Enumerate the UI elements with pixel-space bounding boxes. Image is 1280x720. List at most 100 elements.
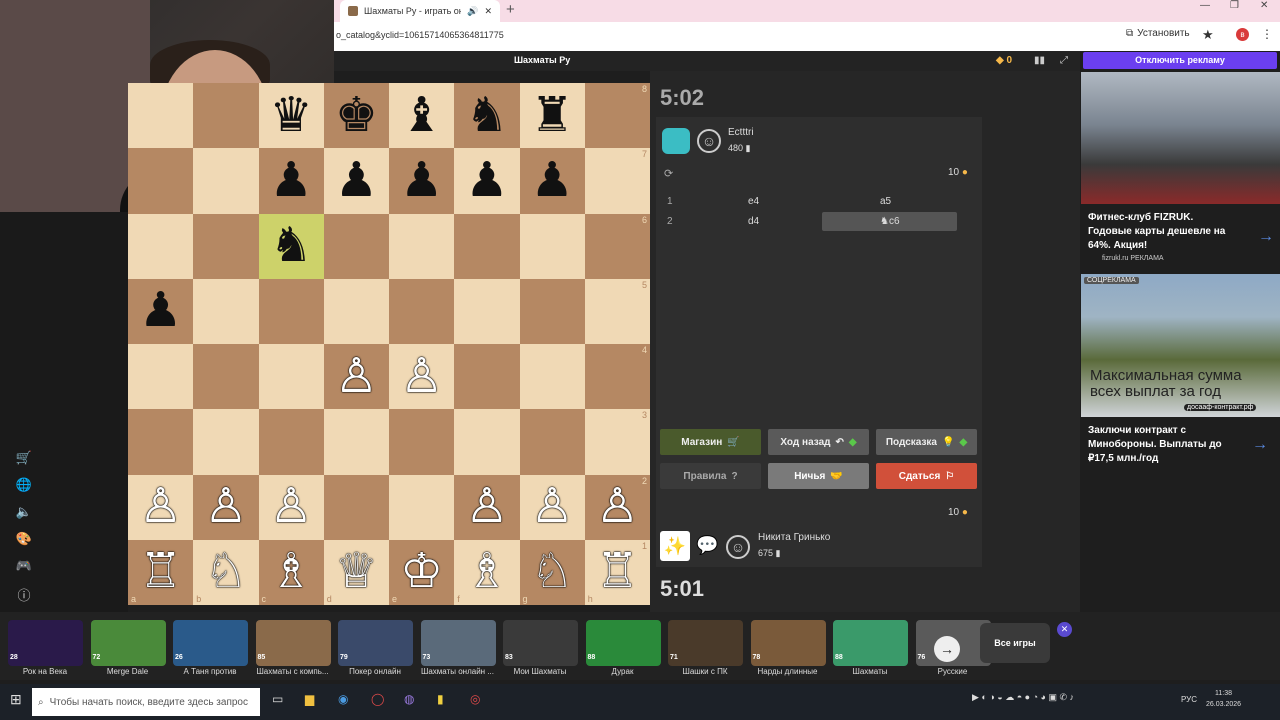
close-window-icon[interactable]: ✕ <box>1260 0 1268 14</box>
board-square[interactable] <box>323 278 389 344</box>
board-square[interactable]: ♖ 1 h <box>584 539 650 605</box>
game-label[interactable]: Нарды длинные <box>747 667 829 676</box>
bookmark-star-icon[interactable]: ★ <box>1202 27 1214 43</box>
board-square[interactable]: ♟ <box>454 148 520 214</box>
black-piece[interactable]: ♞ <box>270 222 313 270</box>
board-square[interactable] <box>128 148 194 214</box>
close-strip-icon[interactable]: ✕ <box>1057 622 1072 637</box>
board-square[interactable]: ♙ <box>389 344 455 410</box>
board-square[interactable]: ♖ a <box>128 539 194 605</box>
game-label[interactable]: Шахматы с компь... <box>252 667 334 676</box>
board-square[interactable] <box>258 409 324 475</box>
disable-ads-button[interactable]: Отключить рекламу <box>1083 52 1277 69</box>
black-piece[interactable]: ♜ <box>531 91 574 140</box>
task-view-icon[interactable]: ▭ <box>272 692 283 706</box>
minimize-icon[interactable]: — <box>1200 0 1210 14</box>
board-square[interactable] <box>519 344 585 410</box>
board-square[interactable] <box>128 344 194 410</box>
board-square[interactable]: 4 <box>584 344 650 410</box>
board-square[interactable] <box>258 278 324 344</box>
white-piece[interactable]: ♙ <box>204 483 247 531</box>
board-square[interactable]: 3 <box>584 409 650 475</box>
board-square[interactable]: 6 <box>584 213 650 279</box>
palette-icon[interactable]: 🎨 <box>14 531 34 551</box>
language-indicator[interactable]: РУС <box>1181 695 1197 704</box>
game-tile[interactable] <box>668 620 743 666</box>
discord-icon[interactable]: ◍ <box>404 692 414 706</box>
board-square[interactable] <box>128 409 194 475</box>
board-square[interactable] <box>519 278 585 344</box>
game-label[interactable]: Русские <box>912 667 994 676</box>
board-square[interactable]: ♙ <box>454 474 520 540</box>
file-explorer-icon[interactable]: ▆ <box>305 692 314 706</box>
board-square[interactable]: ♞ <box>258 213 324 279</box>
black-piece[interactable]: ♚ <box>335 91 378 140</box>
board-square[interactable]: ♞ <box>454 83 520 149</box>
tab-close-icon[interactable]: ✕ <box>484 6 492 17</box>
game-label[interactable]: Покер онлайн <box>334 667 416 676</box>
chess-board[interactable]: ♛ ♚ ♝ ♞ ♜ 8 ♟ ♟ ♟ ♟ ♟ 7 ♞ 6 ♟ 5 ♙ ♙ 4 3 ♙ ♙ ♙ ♙ ♙ ♙ 2 ♖ a ♘ b ♗ c ♕ d ♔ e ♗ f ♘… <box>128 83 650 605</box>
move-black[interactable]: ♞c6 <box>880 216 900 227</box>
game-label[interactable]: Дурак <box>582 667 664 676</box>
app-icon[interactable]: ▮ <box>437 692 444 706</box>
white-piece[interactable]: ♔ <box>400 548 443 596</box>
board-square[interactable] <box>389 474 455 540</box>
board-square[interactable]: ♙ <box>519 474 585 540</box>
resign-button[interactable]: Сдаться ⚐ <box>876 463 977 489</box>
game-label[interactable]: Шашки с ПК <box>664 667 746 676</box>
fullscreen-icon[interactable]: ⤢ <box>1060 55 1068 66</box>
black-piece[interactable]: ♝ <box>400 91 443 140</box>
board-square[interactable]: ♟ <box>258 148 324 214</box>
cart-icon[interactable]: 🛒 <box>14 450 34 470</box>
white-piece[interactable]: ♖ <box>139 548 182 596</box>
next-games-arrow-icon[interactable]: → <box>934 636 960 662</box>
game-label[interactable]: Merge Dale <box>87 667 169 676</box>
shop-button[interactable]: Магазин 🛒 <box>660 429 761 455</box>
browser-menu-icon[interactable]: ⋮ <box>1261 27 1273 41</box>
browser-tab[interactable]: Шахматы Ру - играть онлай 🔊 ✕ <box>340 0 500 22</box>
taskbar-search[interactable]: ⌕ Чтобы начать поиск, введите здесь запро… <box>32 688 260 716</box>
board-square[interactable]: ♕ d <box>323 539 389 605</box>
chat-icon[interactable]: 💬 <box>696 535 718 556</box>
white-piece[interactable]: ♘ <box>204 548 247 596</box>
board-square[interactable] <box>519 409 585 475</box>
sound-icon[interactable]: 🔈 <box>14 504 34 524</box>
black-piece[interactable]: ♛ <box>270 91 313 140</box>
info-icon[interactable]: ⓘ <box>14 585 34 605</box>
black-piece[interactable]: ♟ <box>139 287 182 335</box>
white-piece[interactable]: ♖ <box>596 548 639 596</box>
white-piece[interactable]: ♕ <box>335 548 378 596</box>
board-square[interactable] <box>519 213 585 279</box>
board-square[interactable] <box>389 213 455 279</box>
board-square[interactable]: ♝ <box>389 83 455 149</box>
game-tile[interactable] <box>173 620 248 666</box>
board-square[interactable] <box>193 344 259 410</box>
url-text[interactable]: o_catalog&yclid=10615714065364811775 <box>336 30 504 40</box>
game-tile[interactable] <box>8 620 83 666</box>
white-piece[interactable]: ♗ <box>465 548 508 596</box>
white-piece[interactable]: ♙ <box>596 483 639 531</box>
board-square[interactable] <box>323 409 389 475</box>
draw-button[interactable]: Ничья 🤝 <box>768 463 869 489</box>
game-tile[interactable] <box>338 620 413 666</box>
game-label[interactable]: Мои Шахматы <box>499 667 581 676</box>
game-label[interactable]: Рок на Века <box>4 667 86 676</box>
board-square[interactable]: ♙ <box>323 344 389 410</box>
board-square[interactable]: 5 <box>584 278 650 344</box>
board-square[interactable] <box>389 409 455 475</box>
leaderboard-icon[interactable]: ▮▮ <box>1034 55 1045 66</box>
board-square[interactable] <box>193 409 259 475</box>
board-square[interactable]: ♘ g <box>519 539 585 605</box>
white-piece[interactable]: ♙ <box>465 483 508 531</box>
board-square[interactable]: ♚ <box>323 83 389 149</box>
white-piece[interactable]: ♙ <box>335 352 378 401</box>
ad-gym-text[interactable]: Фитнес-клуб FIZRUK. Годовые карты дешевл… <box>1088 211 1228 253</box>
game-tile[interactable] <box>750 620 826 666</box>
maximize-icon[interactable]: ❐ <box>1230 0 1239 14</box>
gamepad-icon[interactable]: 🎮 <box>14 558 34 578</box>
game-label[interactable]: А Таня против <box>169 667 251 676</box>
ad-arrow-icon-2[interactable]: → <box>1252 436 1268 454</box>
new-tab-button[interactable]: + <box>506 0 515 22</box>
board-square[interactable] <box>389 278 455 344</box>
white-piece[interactable]: ♙ <box>139 483 182 531</box>
